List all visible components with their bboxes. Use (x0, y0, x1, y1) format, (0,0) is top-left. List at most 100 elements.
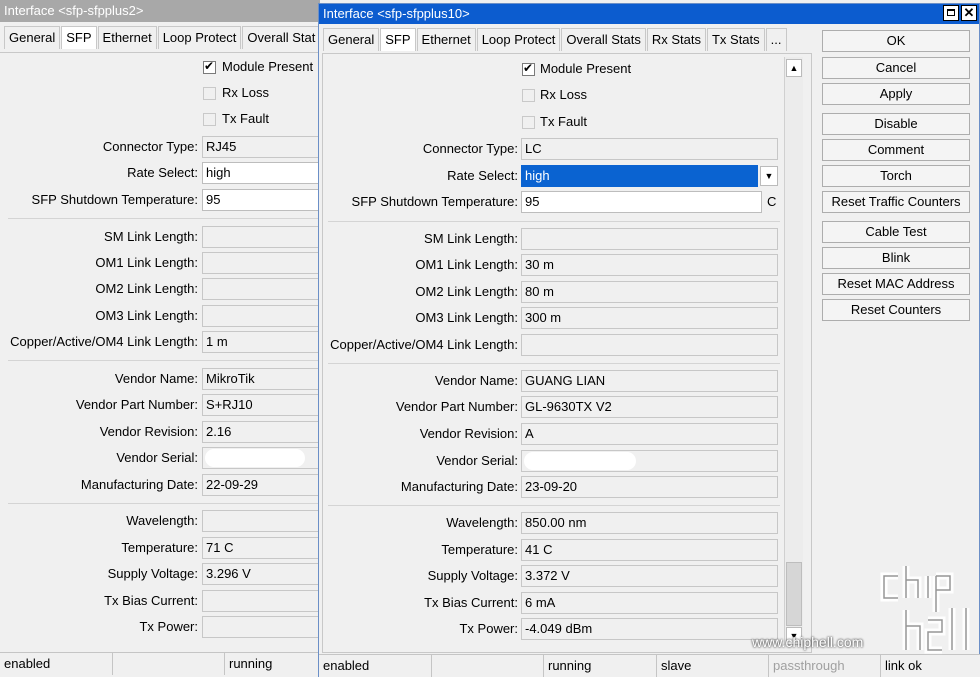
cancel-button[interactable]: Cancel (822, 57, 970, 79)
field-label: OM1 Link Length: (415, 257, 518, 272)
tab-overall-stats[interactable]: Overall Stats (561, 28, 646, 51)
back-row-om2-link: OM2 Link Length: (0, 278, 320, 300)
row-om1-link: OM1 Link Length: 30 m (322, 254, 782, 276)
tx-bias-field (202, 590, 320, 612)
field-label: Tx Bias Current: (104, 593, 198, 608)
back-rx-loss-label: Rx Loss (222, 85, 269, 100)
disable-button[interactable]: Disable (822, 113, 970, 135)
field-label: Wavelength: (126, 513, 198, 528)
back-module-present-checkbox[interactable] (203, 59, 216, 74)
comment-button[interactable]: Comment (822, 139, 970, 161)
back-rx-loss-checkbox[interactable] (203, 87, 216, 100)
om1-link-field: 30 m (521, 254, 778, 276)
back-row-connector-type: Connector Type: RJ45 (0, 136, 320, 158)
divider (8, 218, 320, 219)
om1-link-field (202, 252, 320, 274)
tab-general[interactable]: General (323, 28, 380, 51)
front-status-bar: enabled running slave passthrough link o… (319, 654, 980, 677)
back-row-om1-link: OM1 Link Length: (0, 252, 320, 274)
row-rate-select: Rate Select: high ▼ (322, 165, 782, 187)
back-tab-ethernet[interactable]: Ethernet (97, 26, 157, 49)
tab-tx-stats[interactable]: Tx Stats (706, 28, 765, 51)
reset-mac-address-button[interactable]: Reset MAC Address (822, 273, 970, 295)
rx-loss-label: Rx Loss (540, 87, 587, 102)
field-label: Vendor Name: (114, 371, 198, 386)
redaction-blur (205, 449, 305, 467)
vendor-part-field: S+RJ10 (202, 394, 320, 416)
connector-type-field: LC (521, 138, 778, 160)
close-icon[interactable]: ✕ (961, 5, 977, 21)
rate-select-dropdown[interactable]: high (202, 162, 320, 184)
back-tx-fault-checkbox[interactable] (203, 113, 216, 126)
field-label: OM3 Link Length: (95, 308, 198, 323)
dropdown-arrow-icon[interactable]: ▼ (760, 166, 778, 186)
back-row-rate-select: Rate Select: high (0, 162, 320, 184)
back-tab-loop-protect[interactable]: Loop Protect (157, 26, 242, 49)
status-running: running (229, 656, 273, 671)
back-row-copper-link: Copper/Active/OM4 Link Length: 1 m (0, 331, 320, 353)
tx-fault-checkbox[interactable] (522, 116, 535, 129)
back-module-present-label: Module Present (222, 59, 314, 74)
status-passthrough: passthrough (769, 655, 881, 677)
status-blank (113, 653, 225, 675)
row-temperature: Temperature: 41 C (322, 539, 782, 561)
front-window-title[interactable]: Interface <sfp-sfpplus10> (319, 4, 979, 24)
row-tx-bias: Tx Bias Current: 6 mA (322, 592, 782, 614)
row-copper-link: Copper/Active/OM4 Link Length: (322, 334, 782, 356)
back-tab-bar: General SFP Ethernet Loop Protect Overal… (4, 26, 321, 50)
rate-select-dropdown[interactable]: high (521, 165, 758, 187)
tab-loop-protect[interactable]: Loop Protect (476, 28, 561, 51)
row-vendor-name: Vendor Name: GUANG LIAN (322, 370, 782, 392)
field-label: Vendor Part Number: (75, 397, 198, 412)
rx-loss-checkbox[interactable] (522, 89, 535, 102)
row-om2-link: OM2 Link Length: 80 m (322, 281, 782, 303)
field-label: Copper/Active/OM4 Link Length: (10, 334, 198, 349)
field-label: Tx Bias Current: (424, 595, 518, 610)
scroll-up-icon[interactable]: ▲ (786, 59, 802, 77)
back-tab-general[interactable]: General (4, 26, 61, 49)
back-row-shutdown-temp: SFP Shutdown Temperature: 95 (0, 189, 320, 211)
field-label: Copper/Active/OM4 Link Length: (330, 337, 518, 352)
supply-voltage-field: 3.372 V (521, 565, 778, 587)
field-label: Tx Power: (459, 621, 518, 636)
divider (328, 363, 780, 364)
field-label: Vendor Serial: (116, 450, 198, 465)
reset-traffic-counters-button[interactable]: Reset Traffic Counters (822, 191, 970, 213)
tab-rx-stats[interactable]: Rx Stats (646, 28, 706, 51)
row-tx-power: Tx Power: -4.049 dBm (322, 618, 782, 640)
restore-icon[interactable] (943, 5, 959, 21)
om2-link-field (202, 278, 320, 300)
field-label: Vendor Revision: (419, 426, 518, 441)
torch-button[interactable]: Torch (822, 165, 970, 187)
row-om3-link: OM3 Link Length: 300 m (322, 307, 782, 329)
status-enabled: enabled (0, 653, 113, 675)
blink-button[interactable]: Blink (822, 247, 970, 269)
back-window-title[interactable]: Interface <sfp-sfpplus2> (0, 0, 320, 22)
field-label: Vendor Name: (434, 373, 518, 388)
copper-link-field: 1 m (202, 331, 320, 353)
back-row-vendor-part: Vendor Part Number: S+RJ10 (0, 394, 320, 416)
tab-more[interactable]: ... (765, 28, 787, 51)
cable-test-button[interactable]: Cable Test (822, 221, 970, 243)
om3-link-field: 300 m (521, 307, 778, 329)
field-label: OM3 Link Length: (415, 310, 518, 325)
back-interface-window[interactable]: Interface <sfp-sfpplus2> General SFP Eth… (0, 0, 321, 677)
divider (8, 360, 320, 361)
scroll-thumb[interactable] (786, 562, 802, 626)
back-tab-sfp[interactable]: SFP (61, 26, 97, 49)
apply-button[interactable]: Apply (822, 83, 970, 105)
back-tab-overall-stats[interactable]: Overall Stat (242, 26, 321, 49)
field-label: Supply Voltage: (427, 568, 518, 583)
tx-bias-field: 6 mA (521, 592, 778, 614)
row-supply-voltage: Supply Voltage: 3.372 V (322, 565, 782, 587)
field-label: Rate Select: (127, 165, 198, 180)
module-present-checkbox[interactable] (522, 61, 535, 76)
tab-ethernet[interactable]: Ethernet (416, 28, 476, 51)
vertical-scrollbar[interactable]: ▲ ▼ (784, 57, 803, 645)
back-row-vendor-revision: Vendor Revision: 2.16 (0, 421, 320, 443)
reset-counters-button[interactable]: Reset Counters (822, 299, 970, 321)
ok-button[interactable]: OK (822, 30, 970, 52)
shutdown-temp-input[interactable]: 95 (521, 191, 762, 213)
tab-sfp[interactable]: SFP (380, 28, 416, 51)
shutdown-temp-input[interactable]: 95 (202, 189, 320, 211)
